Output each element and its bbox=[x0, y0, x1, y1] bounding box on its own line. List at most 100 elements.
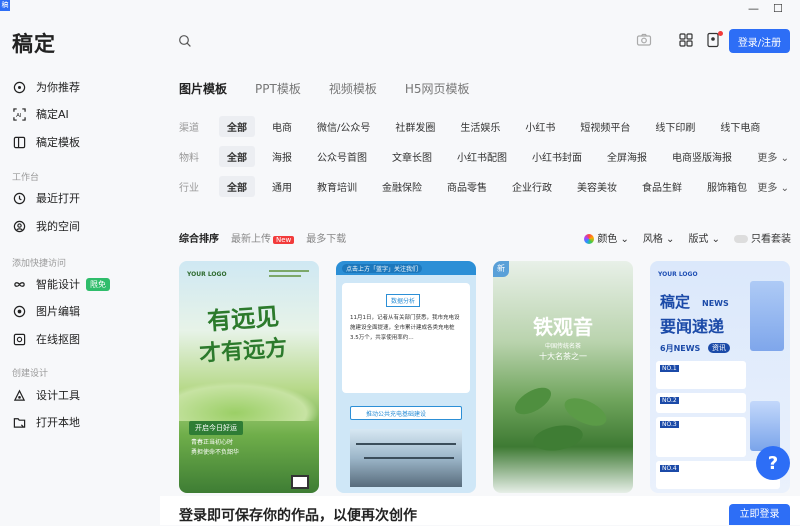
chevron-down-icon: ⌄ bbox=[780, 152, 789, 164]
login-now-button[interactable]: 立即登录 bbox=[729, 504, 790, 525]
more-dropdown[interactable]: 更多 ⌄ bbox=[757, 149, 789, 164]
login-register-button[interactable]: 登录/注册 bbox=[729, 29, 790, 53]
filter-chip[interactable]: 食品生鲜 bbox=[634, 176, 690, 197]
filter-chip[interactable]: 全部 bbox=[219, 115, 255, 137]
card-title: 铁观音 bbox=[533, 315, 593, 339]
camera-icon[interactable] bbox=[636, 32, 652, 48]
filter-chip[interactable]: 文章长图 bbox=[384, 146, 440, 167]
template-icon bbox=[12, 135, 26, 149]
svg-text:AI: AI bbox=[16, 112, 22, 118]
sidebar-item-design-tool[interactable]: 设计工具 bbox=[12, 384, 80, 406]
filter-chip[interactable]: 全部 bbox=[219, 145, 255, 167]
style-filter[interactable]: 风格 ⌄ bbox=[643, 230, 675, 245]
chevron-down-icon: ⌄ bbox=[780, 182, 789, 194]
filter-chip[interactable]: 微信/公众号 bbox=[309, 116, 378, 137]
filter-label: 物料 bbox=[179, 152, 199, 164]
filter-chip[interactable]: 小红书配图 bbox=[449, 146, 515, 167]
space-icon bbox=[12, 219, 26, 233]
filter-chip[interactable]: 全屏海报 bbox=[599, 146, 655, 167]
filter-chip[interactable]: 通用 bbox=[264, 176, 300, 197]
card-date: 6月NEWS bbox=[660, 344, 701, 353]
card-title: 稿定 bbox=[660, 293, 691, 311]
filter-chip[interactable]: 教育培训 bbox=[309, 176, 365, 197]
sidebar-item-label: 我的空间 bbox=[36, 220, 80, 233]
help-button[interactable]: ? bbox=[756, 446, 790, 480]
template-card[interactable]: YOUR LOGO 有远见 才有远方 开启今日好运 青春正当初心时 勇担使命不负… bbox=[179, 261, 319, 493]
card-title-2: 才有远方 bbox=[198, 334, 288, 368]
card-tag: 数据分析 bbox=[386, 294, 421, 307]
card-subtitle: 中国传统名茶 bbox=[544, 343, 581, 350]
template-card[interactable]: 新 铁观音 中国传统名茶 十大名茶之一 bbox=[493, 261, 633, 493]
apps-grid-icon[interactable] bbox=[678, 32, 694, 48]
toggle-switch[interactable] bbox=[734, 234, 748, 243]
sort-comprehensive[interactable]: 综合排序 bbox=[179, 230, 219, 245]
filter-chip[interactable]: 线下电商 bbox=[712, 116, 768, 137]
maximize-icon[interactable]: ☐ bbox=[773, 2, 783, 15]
login-prompt-banner: 登录即可保存你的作品，以便再次创作 bbox=[160, 496, 800, 525]
sidebar-item-label: 最近打开 bbox=[36, 192, 80, 205]
notification-dot bbox=[718, 31, 723, 36]
template-card[interactable]: 点击上方「蓝字」关注我们 数据分析 11月1日，记者从有关部门获悉，我市充电设施… bbox=[336, 261, 476, 493]
sidebar-item-smart-design[interactable]: 智能设计 限免 bbox=[12, 273, 110, 295]
card-item-no: NO.3 bbox=[660, 421, 679, 428]
card-header: 点击上方「蓝字」关注我们 bbox=[342, 264, 423, 273]
filter-chip[interactable]: 小红书封面 bbox=[524, 146, 590, 167]
tab-image-templates[interactable]: 图片模板 bbox=[179, 80, 227, 97]
sort-newest[interactable]: 最新上传 New bbox=[231, 230, 295, 245]
new-corner-badge: 新 bbox=[493, 261, 509, 277]
title-bar: 稿 — ☐ bbox=[0, 0, 800, 18]
tab-h5-templates[interactable]: H5网页模板 bbox=[405, 80, 470, 97]
color-filter[interactable]: 颜色 ⌄ bbox=[584, 230, 629, 245]
search-icon[interactable] bbox=[178, 34, 192, 48]
card-link: 推动公共充电基础建设 bbox=[366, 411, 427, 418]
card-body: 11月1日，记者从有关部门获悉，我市充电设施建设全面提速，全市累计建成各类充电桩… bbox=[350, 315, 460, 341]
app-icon: 稿 bbox=[0, 0, 10, 11]
more-dropdown[interactable]: 更多 ⌄ bbox=[757, 179, 789, 194]
sidebar-item-ai[interactable]: AI 稿定AI bbox=[12, 103, 69, 125]
tab-video-templates[interactable]: 视频模板 bbox=[329, 80, 377, 97]
card-logo: YOUR LOGO bbox=[658, 271, 698, 278]
sidebar-item-cutout[interactable]: 在线抠图 bbox=[12, 328, 80, 350]
filter-chip[interactable]: 电商 bbox=[264, 116, 300, 137]
layout-label: 版式 bbox=[688, 233, 709, 245]
filter-chip[interactable]: 美容美妆 bbox=[569, 176, 625, 197]
filter-chip[interactable]: 全部 bbox=[219, 175, 255, 197]
filter-chip[interactable]: 企业行政 bbox=[504, 176, 560, 197]
sidebar-item-open-local[interactable]: 打开本地 bbox=[12, 411, 80, 433]
layout-filter[interactable]: 版式 ⌄ bbox=[688, 230, 720, 245]
sidebar-item-recent[interactable]: 最近打开 bbox=[12, 187, 80, 209]
sort-most-downloaded[interactable]: 最多下载 bbox=[306, 230, 346, 245]
only-free-toggle[interactable]: 只看套装 bbox=[734, 230, 791, 245]
filter-chip[interactable]: 生活娱乐 bbox=[452, 116, 508, 137]
image-edit-icon bbox=[12, 304, 26, 318]
filter-chip[interactable]: 金融保险 bbox=[374, 176, 430, 197]
filter-chip[interactable]: 电商竖版海报 bbox=[664, 146, 740, 167]
cutout-icon bbox=[12, 332, 26, 346]
filter-row-industry: 行业 全部 通用 教育培训 金融保险 商品零售 企业行政 美容美妆 食品生鲜 服… bbox=[179, 175, 789, 197]
filter-chip[interactable]: 服饰箱包 bbox=[699, 176, 755, 197]
filter-row-channel: 渠道 全部 电商 微信/公众号 社群发圈 生活娱乐 小红书 短视频平台 线下印刷… bbox=[179, 115, 789, 137]
filter-chip[interactable]: 公众号首图 bbox=[309, 146, 375, 167]
tab-ppt-templates[interactable]: PPT模板 bbox=[255, 80, 301, 97]
filter-chip[interactable]: 短视频平台 bbox=[572, 116, 638, 137]
filter-chip[interactable]: 社群发圈 bbox=[387, 116, 443, 137]
sidebar-item-image-edit[interactable]: 图片编辑 bbox=[12, 300, 80, 322]
filter-row-material: 物料 全部 海报 公众号首图 文章长图 小红书配图 小红书封面 全屏海报 电商竖… bbox=[179, 145, 789, 167]
filter-chip[interactable]: 海报 bbox=[264, 146, 300, 167]
card-item-no: NO.1 bbox=[660, 365, 679, 372]
sidebar-item-templates[interactable]: 稿定模板 bbox=[12, 131, 80, 153]
sidebar-item-my-space[interactable]: 我的空间 bbox=[12, 215, 80, 237]
filter-chip[interactable]: 商品零售 bbox=[439, 176, 495, 197]
filter-chip[interactable]: 线下印刷 bbox=[647, 116, 703, 137]
sidebar-item-label: 为你推荐 bbox=[36, 81, 80, 94]
filter-chip[interactable]: 小红书 bbox=[517, 116, 563, 137]
app-logo[interactable]: 稿定 bbox=[12, 28, 56, 58]
card-item-no: NO.2 bbox=[660, 397, 679, 404]
toggle-label: 只看套装 bbox=[751, 233, 791, 245]
sidebar-item-recommend[interactable]: 为你推荐 bbox=[12, 76, 80, 98]
minimize-icon[interactable]: — bbox=[748, 2, 759, 15]
card-line: 青春正当初心时 bbox=[191, 439, 234, 446]
new-badge: New bbox=[273, 235, 295, 244]
more-label: 更多 bbox=[757, 182, 778, 194]
color-wheel-icon bbox=[584, 233, 595, 244]
